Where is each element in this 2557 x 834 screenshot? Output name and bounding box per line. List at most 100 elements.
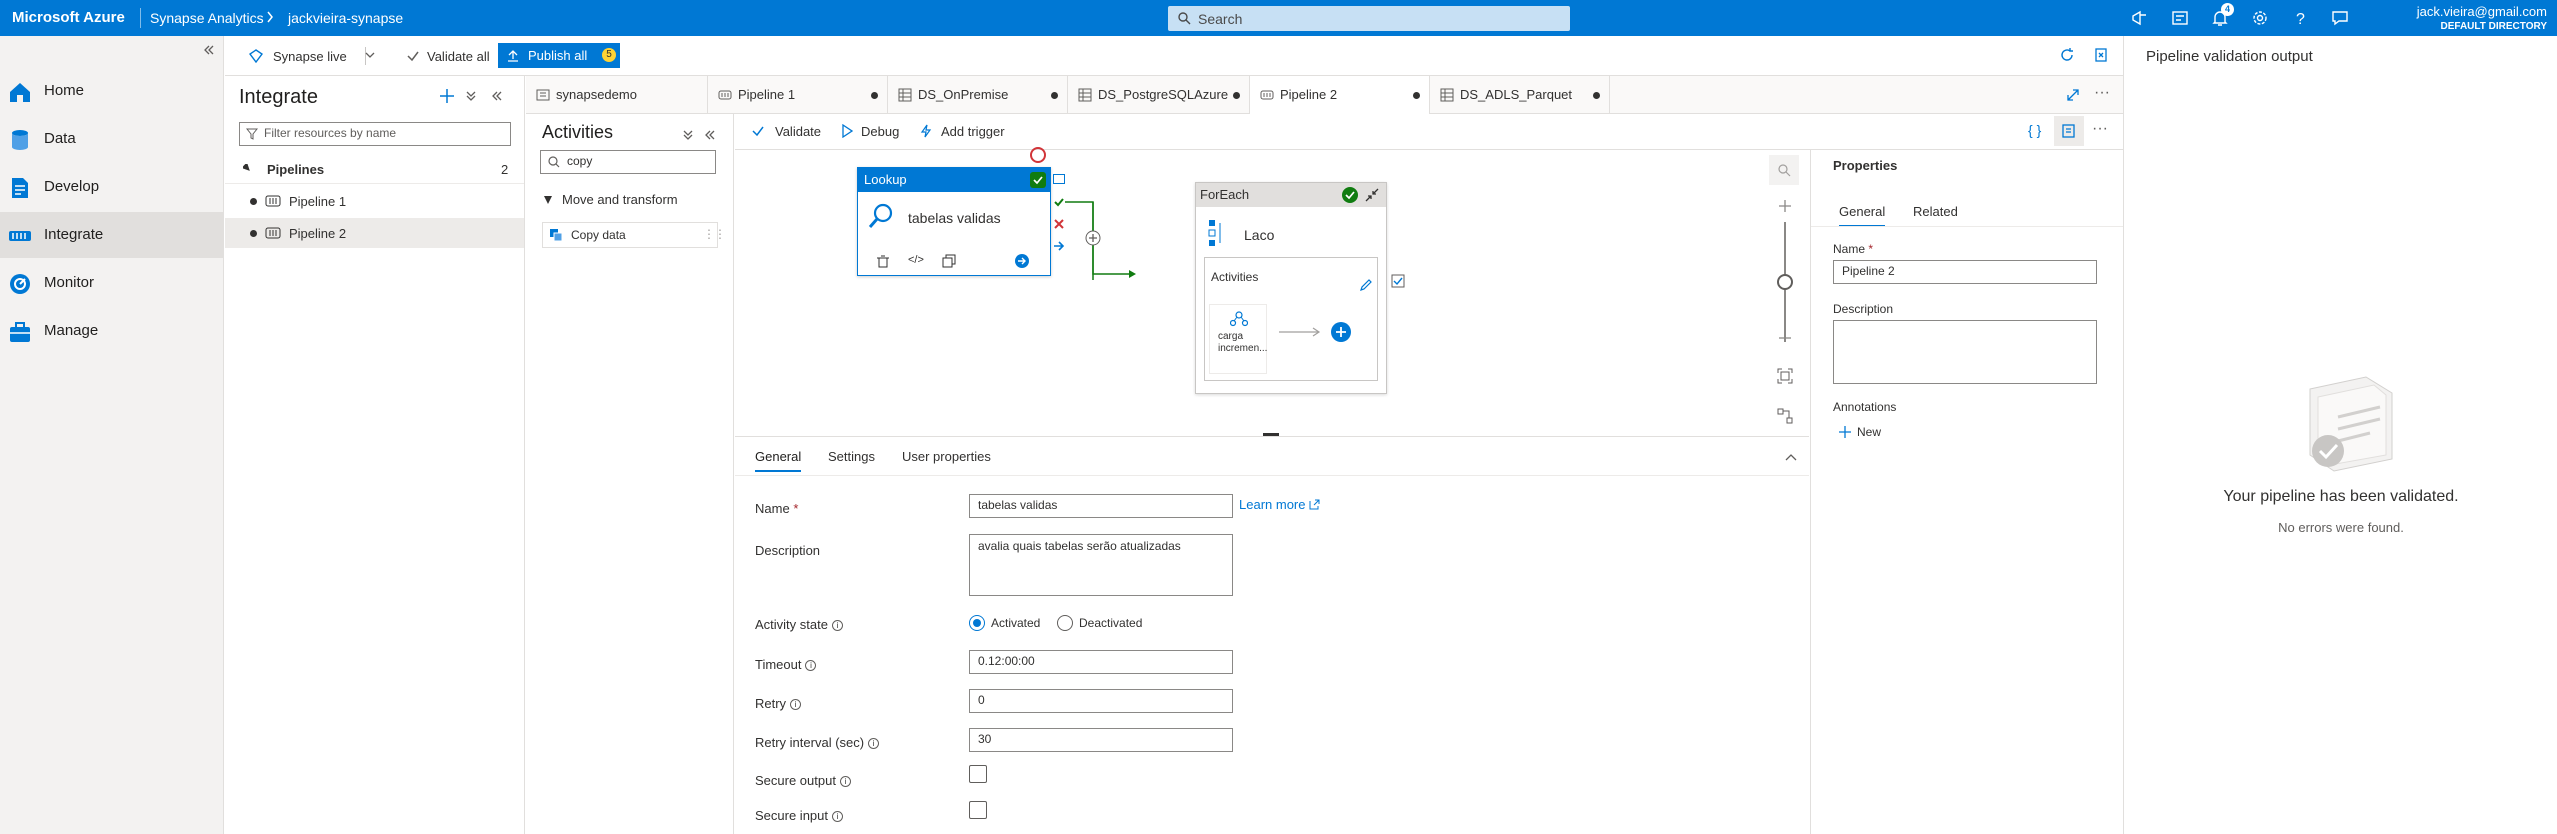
deactivated-radio[interactable] [1057,615,1073,631]
more-icon[interactable]: ··· [2092,120,2108,138]
description-input[interactable]: avalia quais tabelas serão atualizadas [969,534,1233,596]
discard-icon[interactable] [2093,47,2109,63]
zoom-search-button[interactable] [1769,155,1799,185]
activities-search-input[interactable]: copy [540,150,716,174]
clone-icon[interactable] [942,254,956,268]
info-icon[interactable]: i [868,738,880,749]
inner-activity[interactable]: carga incremen... [1209,304,1267,374]
retry-input[interactable]: 0 [969,689,1233,713]
notifications-icon[interactable]: 4 [2210,3,2234,28]
info-icon[interactable]: i [839,776,851,787]
zoom-to-fit-icon[interactable] [1777,368,1793,384]
info-icon[interactable]: i [831,620,843,631]
pipeline-canvas[interactable]: Lookup tabelas validas </> ForEach Laco … [735,147,1809,436]
pipeline-name-input[interactable]: Pipeline 2 [1833,260,2097,284]
info-icon[interactable]: i [805,660,817,671]
foreach-inner-container[interactable]: Activities carga incremen... [1204,257,1378,381]
properties-toggle-button[interactable] [2054,116,2084,146]
nav-item-home[interactable]: Home [0,68,223,114]
collapse-all-icon[interactable] [682,129,694,141]
azure-brand[interactable]: Microsoft Azure [12,9,125,26]
zoom-out-icon[interactable] [1777,330,1793,346]
tab-pipeline-1[interactable]: Pipeline 1 [708,76,888,114]
breadcrumb-workspace[interactable]: jackvieira-synapse [288,10,403,26]
drag-handle-icon[interactable]: ⋮⋮ [703,227,726,241]
nav-item-monitor[interactable]: Monitor [0,260,223,306]
nav-item-integrate[interactable]: Integrate [0,212,223,258]
add-inner-activity-icon[interactable] [1331,322,1351,342]
learn-more-link[interactable]: Learn more [1239,497,1320,512]
zoom-slider-thumb[interactable] [1777,274,1793,290]
edit-icon[interactable] [1359,278,1373,292]
chat-icon[interactable] [2330,8,2350,28]
tab-general[interactable]: General [1839,204,1886,227]
pipeline-description-input[interactable] [1833,320,2097,384]
help-icon[interactable]: ? [2290,8,2310,28]
gear-icon[interactable] [2250,8,2270,28]
refresh-icon[interactable] [2059,47,2075,63]
collapse-icon[interactable] [1364,187,1380,203]
completion-output-icon[interactable] [1053,240,1065,252]
failure-output-icon[interactable] [1053,218,1065,230]
nav-item-data[interactable]: Data [0,116,223,162]
secure-output-checkbox[interactable] [969,765,987,783]
activity-copy-data[interactable]: Copy data ⋮⋮ [542,222,726,248]
add-trigger-button[interactable]: Add trigger [941,124,1005,139]
tab-ds-adls-parquet[interactable]: DS_ADLS_Parquet [1430,76,1610,114]
activated-radio[interactable] [969,615,985,631]
pipeline-item[interactable]: Pipeline 1 [225,186,524,216]
publish-all-button[interactable]: Publish all 5 [498,43,620,68]
collapse-nav-icon[interactable] [203,44,215,56]
tab-related[interactable]: Related [1913,204,1958,219]
nav-item-manage[interactable]: Manage [0,308,223,354]
zoom-in-icon[interactable] [1777,198,1793,214]
pipelines-group[interactable]: Pipelines 2 [225,154,524,184]
timeout-input[interactable]: 0.12:00:00 [969,650,1233,674]
auto-align-icon[interactable] [1777,408,1793,424]
search-box[interactable]: Search [1168,6,1570,31]
nav-item-develop[interactable]: Develop [0,164,223,210]
tab-user-properties[interactable]: User properties [902,449,991,464]
code-icon[interactable]: </> [908,254,924,266]
category-move-and-transform[interactable]: Move and transform [526,186,733,214]
success-output-icon[interactable] [1053,196,1065,208]
add-icon[interactable] [439,88,455,104]
breadcrumb-service[interactable]: Synapse Analytics [150,10,264,26]
tab-synapsedemo[interactable]: synapsedemo [526,76,708,114]
tab-general[interactable]: General [755,449,802,472]
chevron-down-icon[interactable] [365,51,375,59]
code-view-icon[interactable]: { } [2028,122,2041,138]
add-activity-icon[interactable] [1085,230,1101,246]
maximize-icon[interactable] [2066,88,2080,102]
checkbox-icon[interactable] [1391,274,1405,288]
arrow-right-circle-icon[interactable] [1014,253,1030,269]
chevron-up-icon[interactable] [1785,453,1797,461]
info-icon[interactable]: i [832,811,843,822]
collapse-all-icon[interactable] [465,90,477,102]
retry-interval-input[interactable]: 30 [969,728,1233,752]
secure-input-checkbox[interactable] [969,801,987,819]
tab-settings[interactable]: Settings [828,449,875,464]
feedback-icon[interactable] [2130,8,2150,28]
validate-button[interactable]: Validate [775,124,821,139]
delete-icon[interactable] [876,254,890,268]
pipeline-item[interactable]: Pipeline 2 [225,218,524,248]
validated-document-icon [2309,376,2393,472]
debug-button[interactable]: Debug [861,124,899,139]
synapse-live-label[interactable]: Synapse live [273,49,347,64]
collapse-panel-icon[interactable] [491,90,503,102]
directory-icon[interactable] [2170,8,2190,28]
tab-ds-postgresqlazure[interactable]: DS_PostgreSQLAzure [1068,76,1250,114]
filter-input[interactable]: Filter resources by name [239,122,511,146]
info-icon[interactable]: i [790,699,802,710]
lookup-activity[interactable]: Lookup tabelas validas </> [857,167,1051,276]
validate-all-button[interactable]: Validate all [427,49,490,64]
name-input[interactable]: tabelas validas [969,494,1233,518]
collapse-panel-icon[interactable] [704,129,716,141]
tab-ds-onpremise[interactable]: DS_OnPremise [888,76,1068,114]
tab-pipeline-2[interactable]: Pipeline 2 [1250,76,1430,114]
skip-output-handle[interactable] [1053,174,1065,184]
user-account[interactable]: jack.vieira@gmail.com DEFAULT DIRECTORY [2417,4,2547,34]
foreach-activity[interactable]: ForEach Laco Activities carga incremen..… [1195,182,1387,394]
more-icon[interactable]: ··· [2094,84,2110,102]
